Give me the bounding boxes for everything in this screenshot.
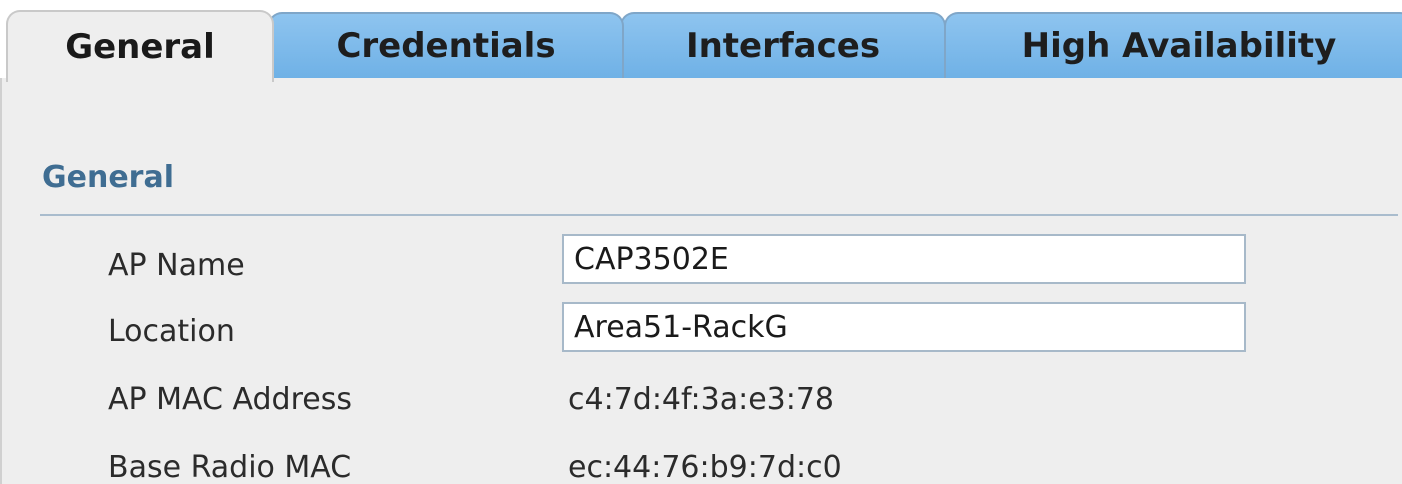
tab-general[interactable]: General [6,10,274,82]
ap-details-page: General Credentials Interfaces High Avai… [0,0,1402,484]
location-label: Location [108,314,235,349]
ap-mac-address-label: AP MAC Address [108,382,352,417]
section-title: General [42,160,174,195]
base-radio-mac-label: Base Radio MAC [108,450,352,484]
tab-credentials-label: Credentials [336,26,556,66]
tab-high-availability-label: High Availability [1021,26,1337,66]
ap-name-input[interactable] [562,234,1246,284]
tab-strip: General Credentials Interfaces High Avai… [0,0,1402,82]
tab-interfaces[interactable]: Interfaces [620,12,946,78]
tab-interfaces-label: Interfaces [685,26,881,66]
tab-general-label: General [65,27,215,67]
general-panel: General AP Name Location AP MAC Address … [0,78,1402,484]
ap-mac-address-value: c4:7d:4f:3a:e3:78 [568,382,835,417]
location-input[interactable] [562,302,1246,352]
section-divider [40,214,1398,216]
ap-name-label: AP Name [108,248,245,283]
tab-high-availability[interactable]: High Availability [944,12,1402,78]
tab-credentials[interactable]: Credentials [268,12,624,78]
base-radio-mac-value: ec:44:76:b9:7d:c0 [568,450,842,484]
